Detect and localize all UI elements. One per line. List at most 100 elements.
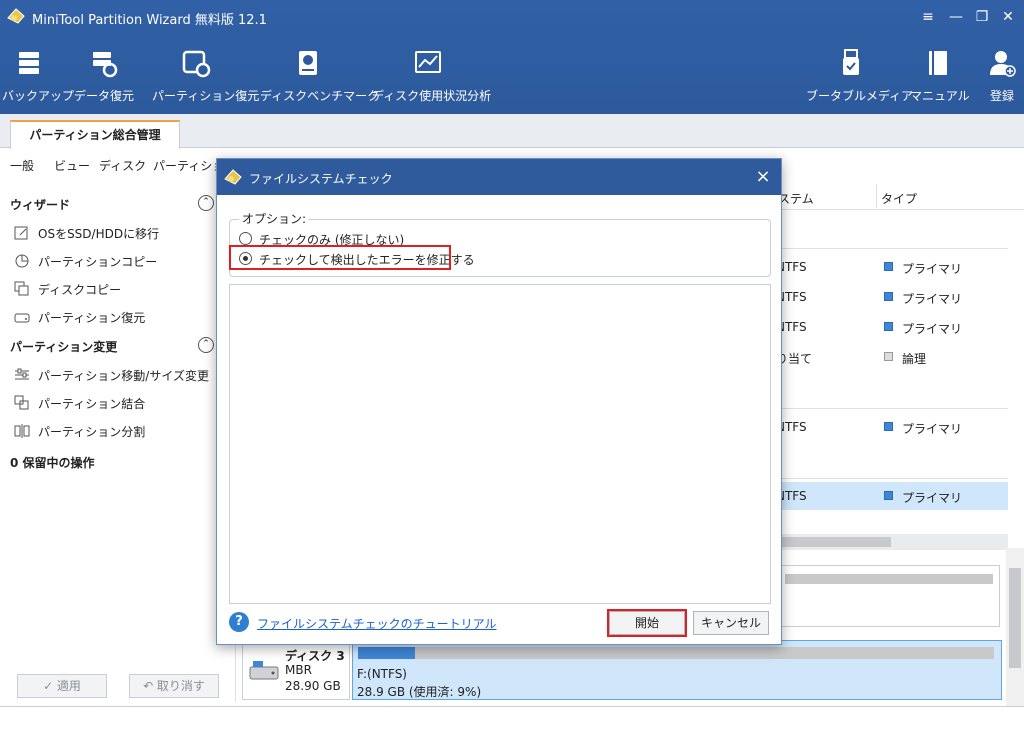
backup-icon <box>19 52 39 74</box>
data-recovery-button[interactable]: データ復元 <box>74 48 134 108</box>
sidebar: ウィザード ⌃ OSをSSD/HDDに移行 パーティションコピー ディスクコピー… <box>0 182 236 702</box>
column-filesystem[interactable]: ステム <box>778 190 814 207</box>
usage-bar <box>358 647 994 659</box>
disk-name: ディスク 3 <box>285 649 345 663</box>
app-title: MiniTool Partition Wizard 無料版 12.1 <box>32 13 267 28</box>
row-type: プライマリ <box>902 262 963 276</box>
disk-map-row: ディスク 3 MBR 28.90 GB F:(NTFS) 28.9 GB (使用… <box>242 640 1002 700</box>
row-type: プライマリ <box>902 322 963 336</box>
partition-block[interactable]: F:(NTFS) 28.9 GB (使用済: 9%) <box>352 640 1002 700</box>
highlight-box <box>607 609 687 637</box>
change-section-title: パーティション変更 <box>10 340 118 354</box>
row-type: プライマリ <box>902 422 963 436</box>
disk-size: 28.90 GB <box>285 679 341 693</box>
row-type: 論理 <box>902 352 927 366</box>
close-icon[interactable]: × <box>751 165 775 189</box>
undo-button[interactable]: ↶ 取り消す <box>129 674 219 698</box>
manual-label: マニュアル <box>910 89 970 103</box>
primary-type-icon <box>884 292 893 301</box>
sidebar-item-disk-copy[interactable]: ディスクコピー <box>14 278 224 300</box>
collapse-icon[interactable]: ⌃ <box>198 195 214 211</box>
cancel-button[interactable]: キャンセル <box>693 611 769 635</box>
sliders-icon <box>15 368 29 380</box>
menu-general[interactable]: 一般 <box>10 157 34 174</box>
disk-map-partition[interactable] <box>778 565 1000 627</box>
partition-recovery-button[interactable]: パーティション復元 <box>152 48 259 108</box>
column-divider[interactable] <box>876 184 877 208</box>
sidebar-item-label: OSをSSD/HDDに移行 <box>38 227 160 241</box>
menu-disk[interactable]: ディスク <box>99 157 146 174</box>
bootable-media-button[interactable]: ブータブルメディア <box>806 48 913 108</box>
status-bar <box>0 706 1024 729</box>
dialog-title: ファイルシステムチェック <box>249 172 393 186</box>
sidebar-item-label: パーティション結合 <box>38 397 146 411</box>
partition-name: F:(NTFS) <box>357 667 407 681</box>
partition-copy-icon <box>15 254 29 268</box>
register-label: 登録 <box>989 89 1014 103</box>
disk-scheme: MBR <box>285 663 312 677</box>
backup-button[interactable]: バックアップ <box>2 48 75 108</box>
app-logo-icon <box>7 8 25 24</box>
result-output-area <box>229 284 771 604</box>
hard-disk-icon <box>249 661 279 680</box>
pending-operations: 0 保留中の操作 <box>10 456 95 470</box>
sidebar-item-partition-copy[interactable]: パーティションコピー <box>14 250 224 272</box>
scrollbar-thumb[interactable] <box>1009 568 1021 668</box>
tab-partition-management[interactable]: パーティション総合管理 <box>10 120 180 149</box>
app-header: MiniTool Partition Wizard 無料版 12.1 ≡ — ❐… <box>0 0 1024 114</box>
book-icon <box>929 51 947 75</box>
sidebar-item-partition-recovery[interactable]: パーティション復元 <box>14 306 224 328</box>
sidebar-item-move-resize[interactable]: パーティション移動/サイズ変更 <box>14 364 224 386</box>
merge-icon <box>14 395 29 410</box>
usage-bar <box>785 574 993 584</box>
sidebar-item-label: パーティション復元 <box>38 311 146 325</box>
sidebar-item-merge[interactable]: パーティション結合 <box>14 392 224 414</box>
usb-icon <box>843 49 859 75</box>
collapse-icon[interactable]: ⌃ <box>198 337 214 353</box>
sidebar-item-label: パーティション分割 <box>38 425 146 439</box>
menu-bar: 一般 ビュー ディスク パーティション <box>0 150 240 178</box>
manual-button[interactable]: マニュアル <box>910 48 970 108</box>
primary-type-icon <box>884 262 893 271</box>
vertical-scrollbar[interactable] <box>1006 548 1024 708</box>
restore-button[interactable]: ❐ <box>970 6 994 28</box>
disk-info[interactable]: ディスク 3 MBR 28.90 GB <box>242 640 350 700</box>
highlight-box <box>229 245 451 270</box>
data-recovery-icon <box>93 52 118 78</box>
apply-button[interactable]: ✓ 適用 <box>17 674 107 698</box>
sidebar-item-migrate-os[interactable]: OSをSSD/HDDに移行 <box>14 222 224 244</box>
menu-view[interactable]: ビュー <box>54 157 90 174</box>
migrate-icon <box>14 226 28 240</box>
add-user-icon <box>990 51 1016 77</box>
sidebar-item-label: ディスクコピー <box>38 283 122 297</box>
close-button[interactable]: ✕ <box>996 6 1020 28</box>
column-type[interactable]: タイプ <box>881 190 917 207</box>
help-icon[interactable]: ? <box>229 612 249 632</box>
space-analyzer-label: ディスク使用状況分析 <box>372 89 492 103</box>
disk-benchmark-button[interactable]: ディスクベンチマーク <box>260 48 380 108</box>
dialog-title-bar: ファイルシステムチェック × <box>217 159 781 195</box>
primary-type-icon <box>884 322 893 331</box>
minimize-button[interactable]: — <box>944 6 968 28</box>
partition-recovery-icon <box>182 50 211 78</box>
radio-unchecked-icon[interactable] <box>239 232 252 245</box>
sidebar-item-label: パーティションコピー <box>38 255 158 269</box>
space-analyzer-icon <box>415 51 441 73</box>
app-logo-icon <box>224 169 242 185</box>
menu-icon[interactable]: ≡ <box>916 6 940 28</box>
drive-icon <box>14 313 30 323</box>
space-analyzer-button[interactable]: ディスク使用状況分析 <box>372 48 492 108</box>
disk-benchmark-label: ディスクベンチマーク <box>260 89 380 103</box>
disk-copy-icon <box>14 281 29 296</box>
row-type: プライマリ <box>902 491 963 505</box>
data-recovery-label: データ復元 <box>74 89 135 103</box>
row-type: プライマリ <box>902 292 963 306</box>
file-system-check-dialog: ファイルシステムチェック × オプション: チェックのみ (修正しない) チェッ… <box>216 158 782 645</box>
backup-label: バックアップ <box>2 89 75 103</box>
title-bar: MiniTool Partition Wizard 無料版 12.1 ≡ — ❐… <box>0 0 1024 34</box>
tab-strip: パーティション総合管理 <box>0 114 1024 149</box>
tutorial-link[interactable]: ファイルシステムチェックのチュートリアル <box>257 615 497 632</box>
primary-type-icon <box>884 491 893 500</box>
register-button[interactable]: 登録 <box>982 48 1022 108</box>
sidebar-item-split[interactable]: パーティション分割 <box>14 420 224 442</box>
